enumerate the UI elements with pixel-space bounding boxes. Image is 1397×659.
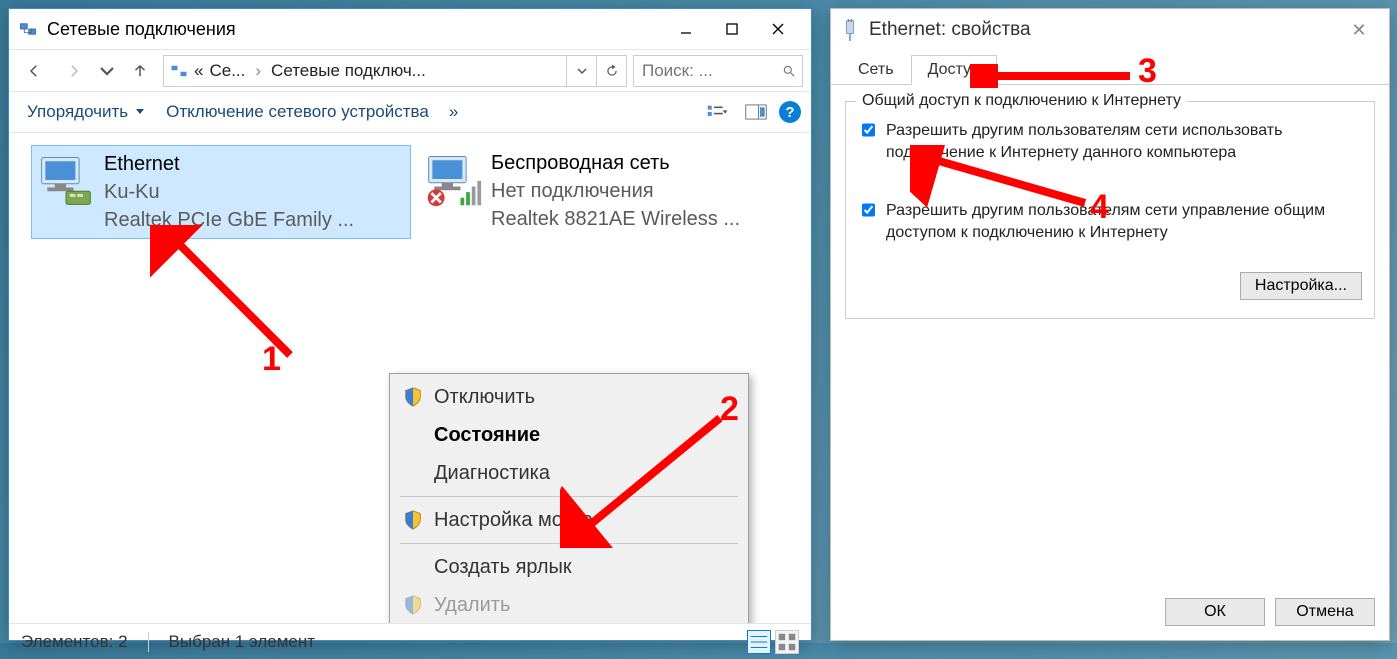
wireless-adapter-icon [423, 149, 483, 209]
tabs: Сеть Доступ [831, 51, 1389, 85]
breadcrumb-part[interactable]: Се... [209, 61, 245, 81]
search-box[interactable] [633, 55, 803, 87]
adapter-status: Ku-Ku [104, 178, 354, 206]
status-separator [148, 632, 149, 652]
search-input[interactable] [640, 60, 776, 82]
ctx-delete: Удалить [392, 586, 746, 623]
view-details-button[interactable] [747, 630, 771, 654]
minimize-button[interactable] [663, 14, 709, 44]
window-title: Сетевые подключения [47, 19, 663, 40]
adapter-list-area: Ethernet Ku-Ku Realtek PCIe GbE Family .… [9, 133, 811, 623]
disable-label: Отключение сетевого устройства [166, 102, 429, 122]
adapter-ethernet[interactable]: Ethernet Ku-Ku Realtek PCIe GbE Family .… [31, 145, 411, 239]
titlebar: Ethernet: свойства ✕ [831, 9, 1389, 51]
ctx-label: Настройка моста [434, 509, 593, 532]
shield-icon [402, 509, 424, 531]
view-icons-button[interactable] [775, 630, 799, 654]
network-icon [19, 20, 37, 38]
ctx-label: Удалить [434, 594, 510, 617]
refresh-button[interactable] [597, 55, 627, 87]
view-options-button[interactable] [703, 98, 733, 126]
adapter-plug-icon [841, 19, 859, 41]
allow-sharing-checkbox[interactable] [862, 122, 875, 138]
close-button[interactable] [755, 14, 801, 44]
preview-pane-button[interactable] [741, 98, 771, 126]
ctx-bridge[interactable]: Настройка моста [392, 501, 746, 539]
disable-adapter-button[interactable]: Отключение сетевого устройства [158, 98, 437, 126]
tab-sharing[interactable]: Доступ [911, 55, 997, 85]
chevron-down-icon [134, 106, 146, 118]
nav-history-dropdown[interactable] [97, 54, 117, 88]
adapter-device: Realtek PCIe GbE Family ... [104, 206, 354, 234]
breadcrumb-sep: « [194, 61, 203, 81]
context-menu: Отключить Состояние Диагностика Настройк… [389, 373, 749, 623]
adapter-device: Realtek 8821AE Wireless ... [491, 205, 740, 233]
allow-sharing-label: Разрешить другим пользователям сети испо… [886, 120, 1362, 164]
ctx-label: Диагностика [434, 462, 550, 485]
maximize-button[interactable] [709, 14, 755, 44]
ctx-separator [400, 543, 738, 544]
path-icon [170, 62, 188, 80]
status-selected: Выбран 1 элемент [169, 632, 315, 652]
status-elements: Элементов: 2 [21, 632, 128, 652]
cancel-button[interactable]: Отмена [1275, 598, 1375, 626]
ctx-separator [400, 496, 738, 497]
shield-icon [402, 386, 424, 408]
nav-back-button[interactable] [17, 54, 51, 88]
tab-label: Доступ [928, 61, 980, 78]
ok-button[interactable]: ОК [1165, 598, 1265, 626]
adapter-wireless[interactable]: Беспроводная сеть Нет подключения Realte… [419, 145, 799, 237]
address-bar: « Се... › Сетевые подключ... [9, 49, 811, 91]
adapter-name: Ethernet [104, 150, 354, 178]
more-label: » [449, 102, 458, 122]
ethernet-properties-window: Ethernet: свойства ✕ Сеть Доступ Общий д… [830, 8, 1390, 641]
organize-label: Упорядочить [27, 102, 128, 122]
ics-group: Общий доступ к подключению к Интернету Р… [845, 101, 1375, 319]
window-title: Ethernet: свойства [869, 19, 1339, 41]
tab-label: Сеть [858, 61, 894, 78]
toolbar-more[interactable]: » [441, 98, 466, 126]
ctx-label: Состояние [434, 424, 540, 447]
ctx-status[interactable]: Состояние [392, 416, 746, 454]
status-bar: Элементов: 2 Выбран 1 элемент [9, 623, 811, 659]
breadcrumb-sep: › [255, 61, 261, 81]
nav-forward-button[interactable] [57, 54, 91, 88]
breadcrumb-part[interactable]: Сетевые подключ... [271, 61, 426, 81]
ethernet-adapter-icon [36, 150, 96, 210]
toolbar: Упорядочить Отключение сетевого устройст… [9, 91, 811, 133]
adapter-name: Беспроводная сеть [491, 149, 740, 177]
allow-control-label: Разрешить другим пользователям сети упра… [886, 200, 1362, 244]
network-connections-window: Сетевые подключения « Се... › Сетевые по… [8, 8, 812, 641]
close-button[interactable]: ✕ [1339, 20, 1379, 41]
ctx-label: Отключить [434, 386, 535, 409]
ctx-disable[interactable]: Отключить [392, 378, 746, 416]
nav-up-button[interactable] [123, 54, 157, 88]
settings-button[interactable]: Настройка... [1240, 272, 1362, 300]
ctx-diagnose[interactable]: Диагностика [392, 454, 746, 492]
ctx-shortcut[interactable]: Создать ярлык [392, 548, 746, 586]
search-icon [782, 63, 796, 79]
tab-network[interactable]: Сеть [841, 55, 911, 85]
address-dropdown-button[interactable] [567, 55, 597, 87]
shield-icon [402, 594, 424, 616]
ctx-label: Создать ярлык [434, 556, 572, 579]
help-button[interactable]: ? [779, 101, 801, 123]
group-title: Общий доступ к подключению к Интернету [856, 92, 1187, 110]
allow-control-checkbox[interactable] [862, 202, 875, 218]
address-box[interactable]: « Се... › Сетевые подключ... [163, 55, 567, 87]
organize-button[interactable]: Упорядочить [19, 98, 154, 126]
titlebar: Сетевые подключения [9, 9, 811, 49]
adapter-status: Нет подключения [491, 177, 740, 205]
